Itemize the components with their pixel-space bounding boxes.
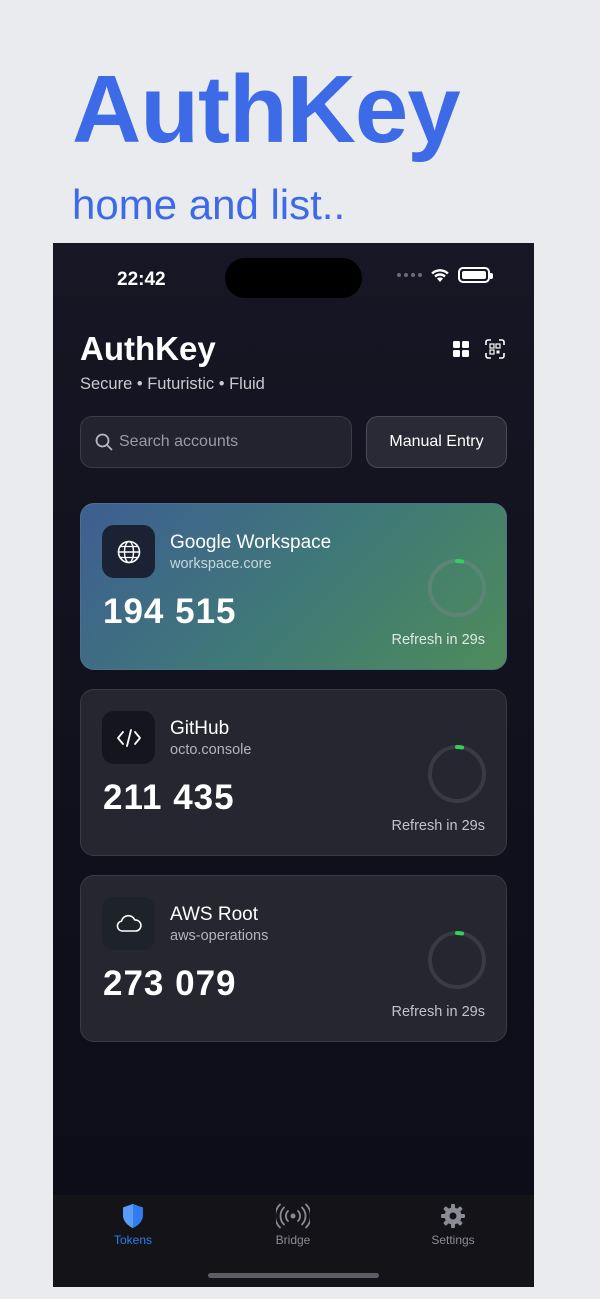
account-name: AWS Root — [170, 904, 258, 925]
code-icon — [116, 728, 141, 747]
status-icons — [397, 267, 493, 283]
account-issuer: octo.console — [170, 742, 252, 758]
promo-title: AuthKey — [72, 56, 461, 163]
shield-icon — [123, 1204, 143, 1228]
account-issuer: aws-operations — [170, 928, 269, 944]
account-icon-box — [102, 897, 155, 950]
phone-screen: 22:42 AuthKey Secure • Futuristic • Flui… — [53, 243, 534, 1287]
tab-settings[interactable]: Settings — [393, 1203, 513, 1247]
tab-label: Settings — [431, 1233, 475, 1247]
countdown-ring — [428, 559, 486, 617]
account-card-github[interactable]: GitHub octo.console 211 435 Refresh in 2… — [80, 689, 507, 856]
search-icon — [95, 433, 113, 451]
manual-entry-button[interactable]: Manual Entry — [366, 416, 507, 468]
refresh-countdown: Refresh in 29s — [391, 818, 486, 834]
wifi-icon — [431, 268, 449, 282]
account-icon-box — [102, 525, 155, 578]
tab-label: Tokens — [113, 1233, 153, 1247]
home-indicator — [208, 1273, 379, 1278]
promo-subtitle: home and list.. — [72, 181, 346, 228]
scan-qr-button[interactable] — [483, 337, 507, 361]
battery-icon — [458, 267, 493, 283]
page-title: AuthKey — [80, 330, 216, 367]
status-time: 22:42 — [117, 269, 166, 290]
dynamic-island — [225, 258, 362, 298]
search-input[interactable] — [119, 433, 339, 451]
cloud-icon — [116, 914, 142, 932]
signal-icon — [397, 273, 422, 277]
broadcast-icon — [276, 1203, 310, 1229]
globe-icon — [117, 540, 140, 563]
otp-code[interactable]: 194 515 — [103, 592, 237, 632]
account-card-google-workspace[interactable]: Google Workspace workspace.core 194 515 … — [80, 503, 507, 670]
otp-code[interactable]: 273 079 — [103, 964, 237, 1004]
qr-scan-icon — [485, 339, 505, 359]
account-name: GitHub — [170, 718, 230, 739]
grid-view-button[interactable] — [449, 337, 473, 361]
gear-icon — [441, 1204, 465, 1228]
otp-code[interactable]: 211 435 — [103, 778, 235, 818]
tab-label: Bridge — [275, 1233, 311, 1247]
countdown-ring — [428, 931, 486, 989]
account-icon-box — [102, 711, 155, 764]
refresh-countdown: Refresh in 29s — [391, 1004, 486, 1020]
grid-icon — [453, 341, 469, 357]
countdown-ring — [428, 745, 486, 803]
account-name: Google Workspace — [170, 532, 332, 553]
page-tagline: Secure • Futuristic • Fluid — [80, 375, 265, 393]
tab-tokens[interactable]: Tokens — [73, 1203, 193, 1247]
tab-bridge[interactable]: Bridge — [233, 1203, 353, 1247]
refresh-countdown: Refresh in 29s — [391, 632, 486, 648]
account-card-aws-root[interactable]: AWS Root aws-operations 273 079 Refresh … — [80, 875, 507, 1042]
account-issuer: workspace.core — [170, 556, 272, 572]
search-box[interactable] — [80, 416, 352, 468]
